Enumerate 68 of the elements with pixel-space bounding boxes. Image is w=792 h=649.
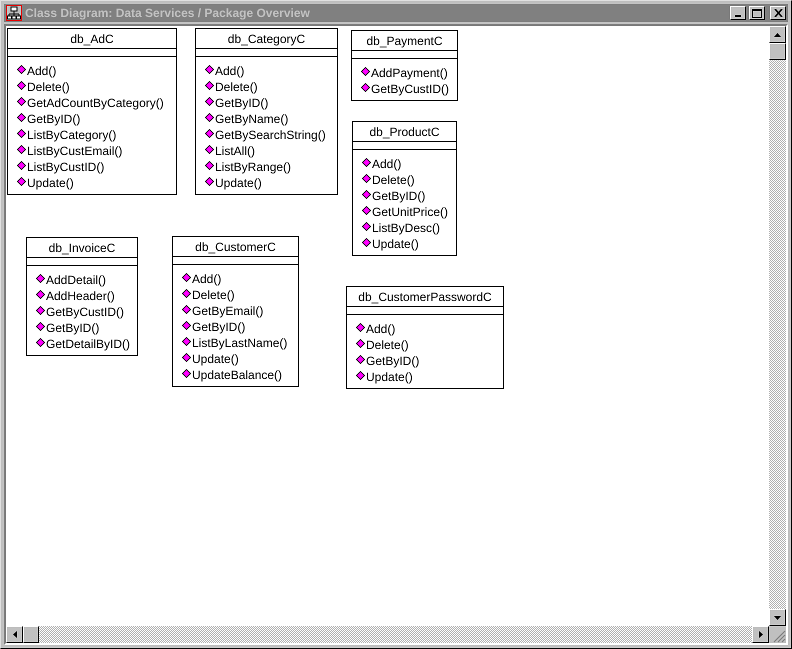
operation: ListByRange() [215,159,292,175]
operation: Add() [366,321,396,337]
operation: ListByCategory() [27,127,116,143]
class-box[interactable]: db_PaymentC AddPayment() GetByCustID() [351,30,458,101]
scroll-down-button[interactable] [769,609,786,626]
class-box[interactable]: db_CustomerC Add() Delete() GetByEmail() GetByID() ListByLastName() Update() UpdateBalance() [172,236,299,387]
operation: Delete() [366,337,409,353]
scroll-left-button[interactable] [6,626,23,643]
operation: GetByCustID() [371,81,450,97]
operation: GetByID() [372,188,426,204]
operation: Delete() [27,79,70,95]
operation: Add() [192,271,222,287]
operation: GetByID() [366,353,420,369]
operation: GetByID() [192,319,246,335]
operation: GetDetailByID() [46,336,130,352]
operation: Add() [27,63,56,79]
right-arrow-icon [758,631,762,638]
operation: ListByDesc() [372,220,440,236]
class-name: db_InvoiceC [27,238,137,258]
class-box[interactable]: db_ProductC Add() Delete() GetByID() GetUnitPrice() ListByDesc() Update() [352,121,457,256]
operation: GetUnitPrice() [372,204,448,220]
operation: ListByLastName() [192,335,288,351]
operation: Add() [215,63,244,79]
class-box[interactable]: db_AdC Add() Delete() GetAdCountByCategory() GetByID() ListByCategory() ListByCustEmail() ListByCustID() Update() [7,28,177,195]
class-box[interactable]: db_CustomerPasswordC Add() Delete() GetByID() Update() [346,286,504,389]
class-name: db_CategoryC [196,29,337,49]
operation: GetByID() [46,320,100,336]
operation: Delete() [372,172,415,188]
operation: UpdateBalance() [192,367,282,383]
maximize-icon [752,8,762,18]
operation: GetByID() [215,95,268,111]
operation: AddPayment() [371,65,448,81]
operation: AddDetail() [46,272,106,288]
resize-grip-icon[interactable] [773,630,786,643]
class-name: db_CustomerPasswordC [347,287,503,307]
operation: GetByEmail() [192,303,264,319]
scroll-right-button[interactable] [752,626,769,643]
operation: AddHeader() [46,288,115,304]
operation: GetAdCountByCategory() [27,95,164,111]
left-arrow-icon [12,631,16,638]
operation: ListByCustEmail() [27,143,122,159]
operation: Update() [366,369,413,385]
operation: ListByCustID() [27,159,104,175]
window-title: Class Diagram: Data Services / Package Overview [25,6,311,20]
class-box[interactable]: db_InvoiceC AddDetail() AddHeader() GetByCustID() GetByID() GetDetailByID() [26,237,138,356]
operation: ListAll() [215,143,256,159]
scroll-thumb[interactable] [769,43,786,60]
operation: GetByID() [27,111,80,127]
scroll-up-button[interactable] [769,26,786,43]
operation: Update() [215,175,262,191]
operation: GetBySearchString() [215,127,326,143]
close-icon [774,9,782,17]
operation: Delete() [192,287,235,303]
operation: Update() [27,175,74,191]
up-arrow-icon [774,32,781,36]
operation: GetByName() [215,111,288,127]
operation: Delete() [215,79,258,95]
scroll-thumb[interactable] [23,626,39,643]
class-name: db_CustomerC [173,237,298,257]
operation: Update() [192,351,239,367]
operation: GetByCustID() [46,304,124,320]
class-name: db_ProductC [353,122,456,142]
down-arrow-icon [774,616,781,620]
operation: Add() [372,156,402,172]
class-name: db_PaymentC [352,31,457,51]
class-box[interactable]: db_CategoryC Add() Delete() GetByID() GetByName() GetBySearchString() ListAll() ListByRange() Update() [195,28,338,195]
class-name: db_AdC [8,29,176,49]
operation: Update() [372,236,419,252]
